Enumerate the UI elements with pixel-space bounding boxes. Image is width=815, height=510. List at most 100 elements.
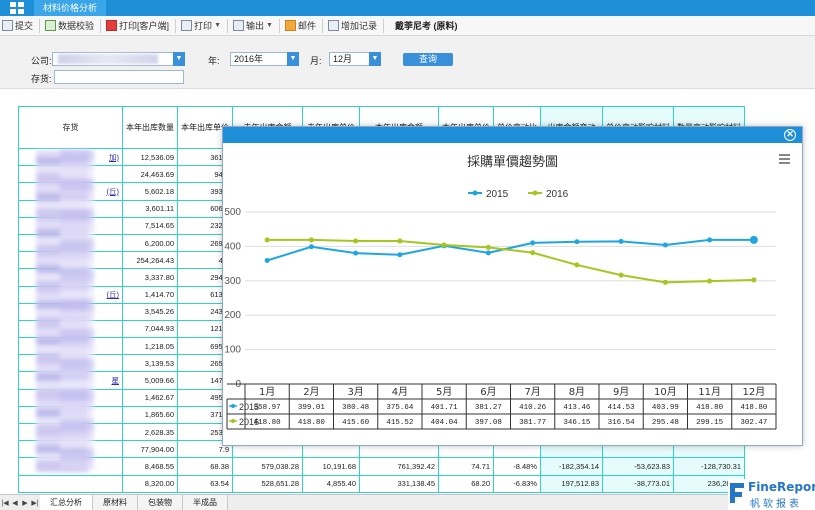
data-point-2015 bbox=[574, 239, 580, 245]
sheet-tab-bar: |◀ ◀ ▶ ▶| 汇总分析 原材料 包装物 半成品 bbox=[0, 494, 815, 510]
table-cell: 1,414.70 bbox=[122, 285, 178, 304]
y-tick-label: 100 bbox=[224, 345, 241, 356]
month-label: 月: bbox=[310, 56, 322, 66]
data-point-2016 bbox=[308, 237, 314, 243]
chevron-down-icon: ▼ bbox=[214, 22, 221, 29]
toolbar-divider bbox=[227, 18, 228, 33]
table-cell: 331,138.45 bbox=[359, 474, 439, 493]
data-label-2015: 410.26 bbox=[519, 404, 547, 412]
submit-button[interactable]: 提交 bbox=[2, 19, 33, 32]
printer-icon bbox=[181, 20, 193, 31]
legend-label-2016: 2016 bbox=[546, 189, 569, 200]
table-cell: 528,651.28 bbox=[232, 474, 303, 493]
table-cell: 12,536.09 bbox=[122, 147, 178, 167]
tab-summary[interactable]: 汇总分析 bbox=[40, 495, 93, 510]
data-label-2016: 346.15 bbox=[563, 419, 591, 427]
x-tick-label: 9月 bbox=[613, 386, 629, 398]
data-label-2016: 415.60 bbox=[342, 419, 370, 427]
data-label-2015: 358.97 bbox=[254, 404, 281, 412]
data-point-2016 bbox=[662, 279, 668, 285]
email-button[interactable]: 邮件 bbox=[284, 19, 316, 32]
chevron-down-icon[interactable]: ▼ bbox=[369, 52, 381, 66]
table-cell: 6,200.00 bbox=[122, 233, 178, 253]
legend-label-2015: 2015 bbox=[486, 189, 509, 200]
query-button[interactable]: 查询 bbox=[403, 53, 453, 66]
data-label-2015: 375.64 bbox=[386, 404, 414, 412]
table-cell: -128,730.31 bbox=[673, 457, 745, 476]
stock-input[interactable] bbox=[54, 70, 184, 84]
mail-icon bbox=[284, 20, 296, 31]
pdf-icon bbox=[106, 20, 118, 31]
data-label-2015: 401.71 bbox=[431, 404, 459, 412]
data-point-2015 bbox=[707, 237, 713, 243]
y-tick-label: 300 bbox=[224, 276, 241, 287]
add-record-button[interactable]: 增加记录 bbox=[327, 19, 377, 32]
table-cell: 197,512.83 bbox=[540, 474, 603, 493]
tab-semi-finished[interactable]: 半成品 bbox=[183, 495, 228, 510]
table-cell: 3,545.26 bbox=[122, 302, 178, 321]
table-cell: -8.48% bbox=[493, 457, 541, 476]
data-label-2015: 380.48 bbox=[342, 404, 369, 412]
next-sheet-icon[interactable]: ▶ bbox=[20, 499, 30, 507]
tab-raw-material[interactable]: 原材料 bbox=[93, 495, 138, 510]
x-tick-label: 2月 bbox=[303, 386, 319, 398]
first-sheet-icon[interactable]: |◀ bbox=[0, 499, 10, 507]
tab-packaging[interactable]: 包装物 bbox=[138, 495, 183, 510]
year-select[interactable]: 2016年 bbox=[230, 52, 288, 66]
data-label-2016: 295.48 bbox=[652, 419, 679, 427]
table-cell: 3,601.11 bbox=[122, 199, 178, 218]
menu-icon[interactable] bbox=[779, 154, 790, 166]
y-tick-label: 500 bbox=[224, 207, 241, 218]
logo-mark-icon bbox=[730, 483, 744, 503]
brand-subtitle: 帆软报表 bbox=[750, 499, 802, 510]
data-point-2016 bbox=[574, 262, 580, 268]
table-cell: 761,392.42 bbox=[359, 457, 439, 476]
app-grid-icon[interactable] bbox=[10, 2, 24, 14]
data-point-2016 bbox=[441, 242, 447, 248]
data-point-2016 bbox=[397, 238, 403, 244]
table-cell: 74.71 bbox=[438, 457, 494, 476]
data-point-2016 bbox=[530, 250, 536, 256]
table-cell: 8,320.00 bbox=[122, 474, 178, 493]
chevron-down-icon[interactable]: ▼ bbox=[173, 52, 185, 66]
table-cell: 579,038.28 bbox=[232, 457, 303, 476]
table-cell: -182,354.14 bbox=[540, 457, 603, 476]
data-point-2016 bbox=[618, 272, 624, 278]
x-tick-label: 1月 bbox=[259, 386, 275, 398]
last-sheet-icon[interactable]: ▶| bbox=[30, 499, 40, 507]
x-tick-label: 4月 bbox=[392, 386, 408, 398]
close-icon[interactable]: ✕ bbox=[784, 129, 796, 141]
x-tick-label: 8月 bbox=[569, 386, 585, 398]
table-cell: 3,337.80 bbox=[122, 268, 178, 287]
prev-sheet-icon[interactable]: ◀ bbox=[10, 499, 20, 507]
data-label-2015: 381.27 bbox=[475, 404, 502, 412]
data-point-2016 bbox=[264, 237, 270, 243]
report-name: 戴荢尼考 (原料) bbox=[394, 21, 458, 31]
x-tick-label: 12月 bbox=[743, 386, 766, 398]
export-button[interactable]: 输出 ▼ bbox=[233, 19, 273, 32]
data-point-2015 bbox=[749, 235, 758, 244]
validate-button[interactable]: 数据校验 bbox=[45, 19, 94, 32]
table-row: 8,320.00 63.54 528,651.28 4,855.40 331,138.4… bbox=[18, 474, 745, 493]
data-point-2015 bbox=[308, 244, 314, 250]
title-bar: 材料价格分析 bbox=[0, 0, 815, 16]
x-tick-label: 6月 bbox=[480, 386, 496, 398]
x-tick-label: 10月 bbox=[654, 386, 677, 398]
toolbar-divider bbox=[321, 18, 323, 33]
table-row: 8,468.55 68.38 579,038.28 10,191.68 761,392.… bbox=[18, 457, 745, 476]
data-point-2015 bbox=[397, 252, 403, 258]
data-label-2015: 413.46 bbox=[563, 404, 591, 412]
parameter-panel: 公司: ▼ 年: 2016年 ▼ 月: 12月 ▼ 查询 存货: bbox=[0, 36, 815, 89]
stock-name-link[interactable] bbox=[18, 474, 123, 493]
tab-material-price-analysis[interactable]: 材料价格分析 bbox=[34, 0, 106, 16]
data-label-2016: 415.52 bbox=[386, 419, 413, 427]
month-select[interactable]: 12月 bbox=[329, 52, 371, 66]
chevron-down-icon[interactable]: ▼ bbox=[287, 52, 299, 66]
data-label-2016: 418.80 bbox=[298, 419, 326, 427]
client-print-button[interactable]: 打印[客户端] bbox=[106, 19, 169, 32]
data-label-2015: 418.80 bbox=[740, 404, 768, 412]
submit-icon bbox=[2, 20, 13, 31]
table-cell: 254,264.43 bbox=[122, 251, 178, 270]
print-button[interactable]: 打印 ▼ bbox=[181, 19, 221, 32]
table-cell: 3,139.53 bbox=[122, 354, 178, 373]
